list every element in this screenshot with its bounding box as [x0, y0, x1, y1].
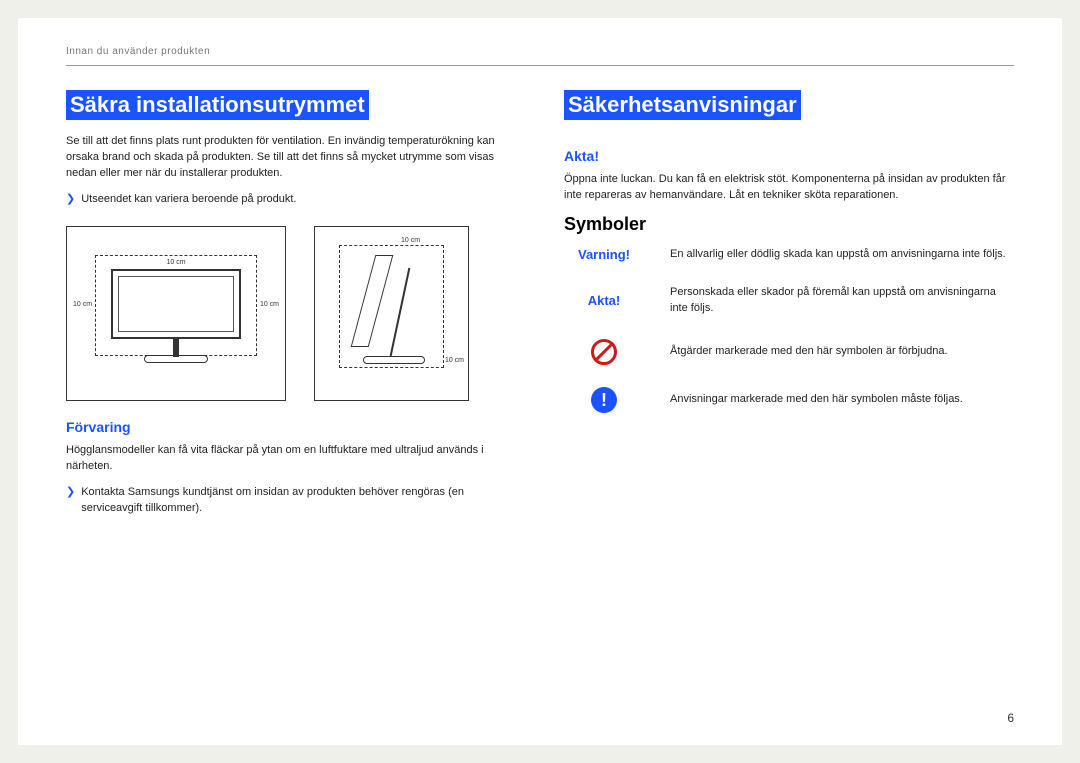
section-title-install: Säkra installationsutrymmet: [66, 90, 369, 120]
page-number: 6: [1007, 711, 1014, 725]
bullet-icon: ❯: [66, 485, 75, 499]
diagram-row: 10 cm 10 cm 10 cm 10 cm 10 cm: [66, 226, 516, 401]
table-row: Åtgärder markerade med den här symbolen …: [564, 339, 1014, 365]
storage-heading: Förvaring: [66, 419, 516, 435]
dist-label-back: 10 cm: [401, 237, 420, 244]
dist-label-right: 10 cm: [260, 301, 279, 308]
content-columns: Säkra installationsutrymmet Se till att …: [66, 90, 1014, 527]
left-column: Säkra installationsutrymmet Se till att …: [66, 90, 516, 527]
mandatory-icon: !: [564, 387, 644, 413]
list-item: ❯ Utseendet kan variera beroende på prod…: [66, 192, 516, 208]
symbol-desc: Åtgärder markerade med den här symbolen …: [670, 344, 948, 360]
symbol-label-caution: Akta!: [564, 293, 644, 308]
install-intro: Se till att det finns plats runt produkt…: [66, 134, 516, 182]
document-page: Innan du använder produkten Säkra instal…: [18, 18, 1062, 745]
symbols-heading: Symboler: [564, 214, 1014, 235]
table-row: Varning! En allvarlig eller dödlig skada…: [564, 247, 1014, 263]
symbol-table: Varning! En allvarlig eller dödlig skada…: [564, 247, 1014, 413]
section-title-safety: Säkerhetsanvisningar: [564, 90, 801, 120]
dist-label-front: 10 cm: [445, 357, 464, 364]
diagram-side-view: 10 cm 10 cm: [314, 226, 469, 401]
bullet-icon: ❯: [66, 192, 75, 206]
symbol-desc: Anvisningar markerade med den här symbol…: [670, 392, 963, 408]
table-row: ! Anvisningar markerade med den här symb…: [564, 387, 1014, 413]
dist-label-top: 10 cm: [166, 259, 185, 266]
prohibited-icon: [564, 339, 644, 365]
table-row: Akta! Personskada eller skador på föremå…: [564, 285, 1014, 317]
right-column: Säkerhetsanvisningar Akta! Öppna inte lu…: [564, 90, 1014, 527]
page-header: Innan du använder produkten: [66, 46, 1014, 66]
symbol-desc: En allvarlig eller dödlig skada kan upps…: [670, 247, 1006, 263]
symbol-desc: Personskada eller skador på föremål kan …: [670, 285, 1014, 317]
diagram-front-view: 10 cm 10 cm 10 cm: [66, 226, 286, 401]
storage-text: Högglansmodeller kan få vita fläckar på …: [66, 443, 516, 475]
list-item: ❯ Kontakta Samsungs kundtjänst om insida…: [66, 485, 516, 517]
akta-text: Öppna inte luckan. Du kan få en elektris…: [564, 172, 1014, 204]
symbol-label-warning: Varning!: [564, 247, 644, 262]
akta-heading: Akta!: [564, 148, 1014, 164]
dist-label-left: 10 cm: [73, 301, 92, 308]
bullet-text: Kontakta Samsungs kundtjänst om insidan …: [81, 485, 516, 517]
bullet-text: Utseendet kan variera beroende på produk…: [81, 192, 296, 208]
